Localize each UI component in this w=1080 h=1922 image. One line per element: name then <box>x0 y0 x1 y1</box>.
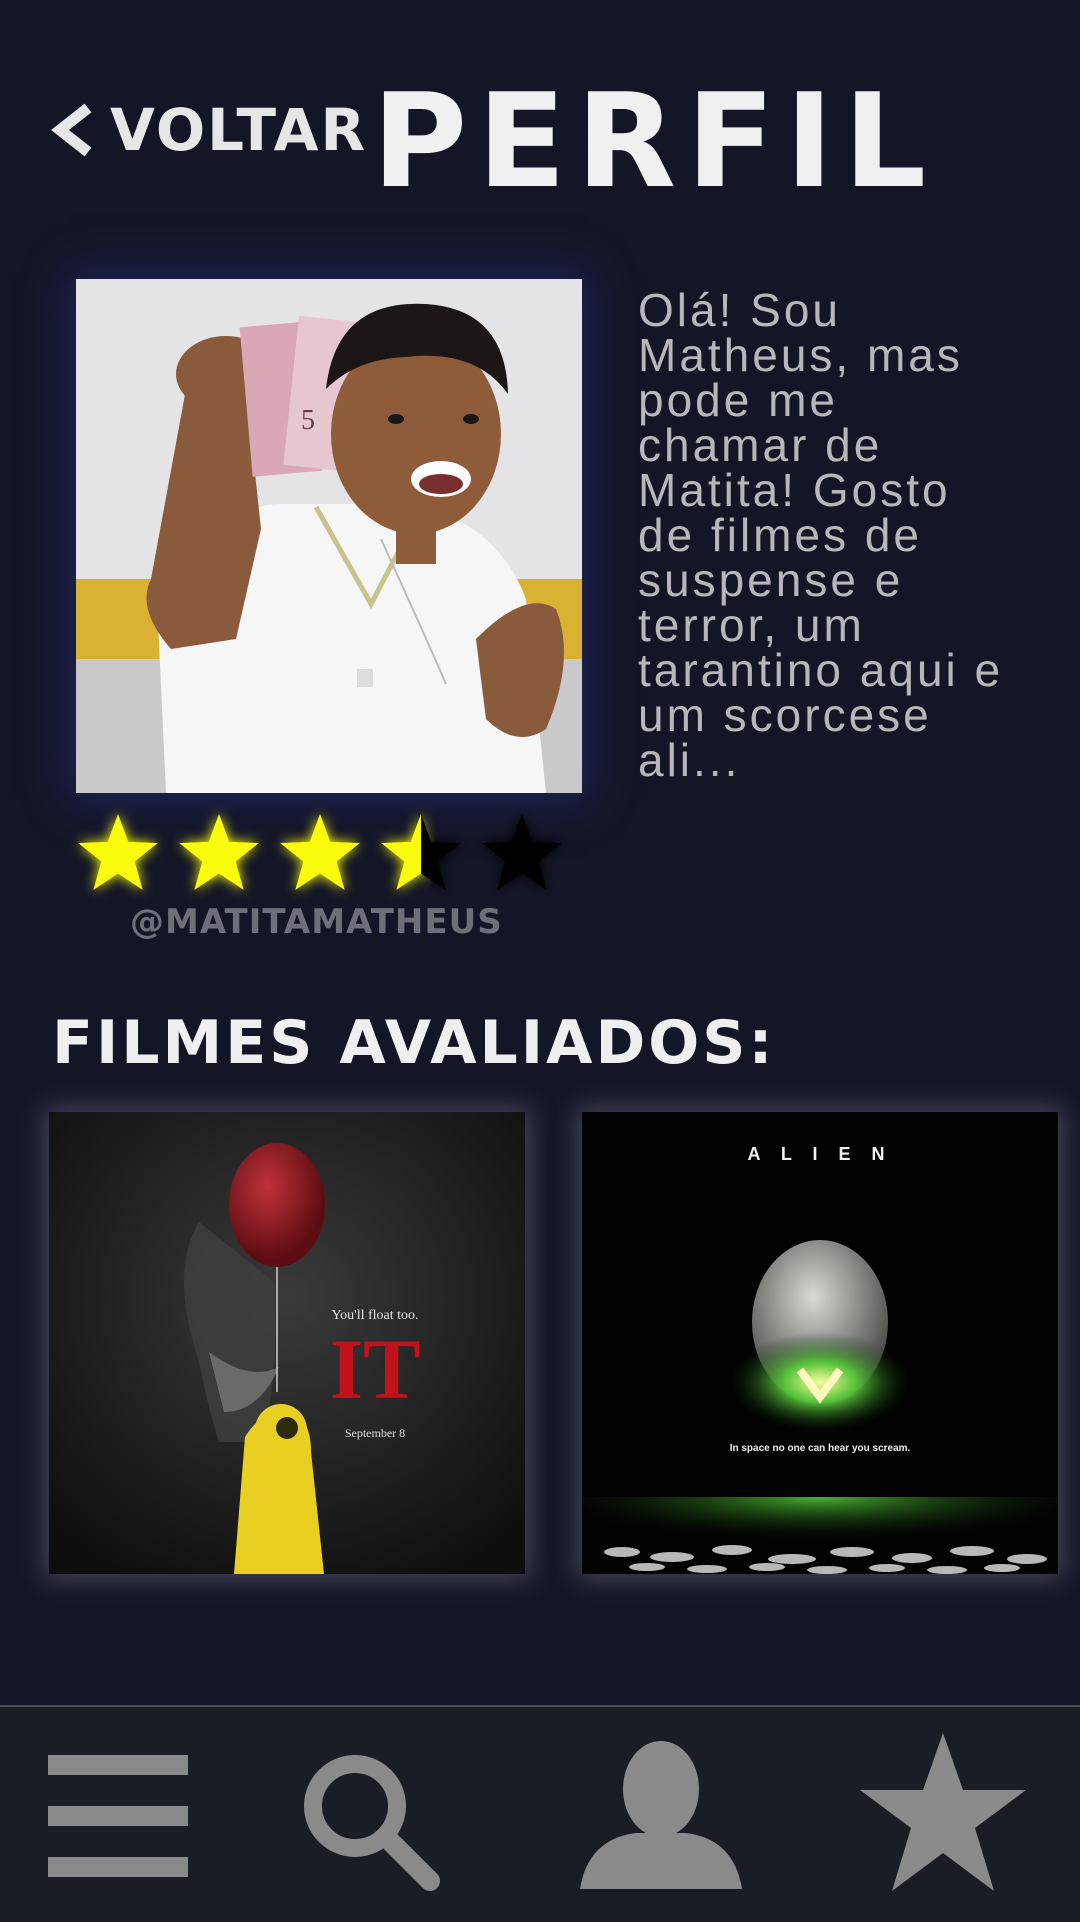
movie-poster-alien[interactable]: A L I E N In space no one can hear you s… <box>582 1112 1058 1574</box>
nav-search-button[interactable] <box>300 1751 440 1891</box>
username: @MATITAMATHEUS <box>130 902 503 942</box>
section-title: FILMES AVALIADOS: <box>52 1008 776 1078</box>
rating-star <box>482 814 562 890</box>
menu-icon <box>48 1755 188 1877</box>
back-button[interactable]: VOLTAR <box>50 95 367 165</box>
rating-star-fill <box>78 814 158 890</box>
search-icon <box>304 1755 440 1891</box>
bottom-nav <box>0 1705 1080 1922</box>
poster-title: IT <box>330 1321 421 1417</box>
poster-title: A L I E N <box>747 1144 892 1164</box>
nav-favorites-button[interactable] <box>860 1733 1026 1893</box>
rating-star-fill <box>280 814 360 890</box>
header: VOLTAR PERFIL <box>0 0 1080 240</box>
nav-menu-button[interactable] <box>48 1755 188 1877</box>
profile-icon <box>580 1741 742 1889</box>
poster-tagline: In space no one can hear you scream. <box>730 1443 911 1454</box>
profile-bio: Olá! Sou Matheus, mas pode me chamar de … <box>638 284 1004 786</box>
nav-profile-button[interactable] <box>580 1741 742 1889</box>
page-title: PERFIL <box>372 65 937 217</box>
profile-photo: 5 <box>76 279 582 793</box>
rating-stars <box>74 808 584 900</box>
poster-date: September 8 <box>345 1426 405 1440</box>
chevron-left-icon <box>51 103 92 157</box>
star-icon <box>860 1733 1026 1891</box>
movie-poster-it[interactable]: You'll float too. IT September 8 <box>49 1112 525 1574</box>
back-label: VOLTAR <box>110 96 368 164</box>
svg-text:5: 5 <box>301 405 315 436</box>
rating-star-fill <box>179 814 259 890</box>
